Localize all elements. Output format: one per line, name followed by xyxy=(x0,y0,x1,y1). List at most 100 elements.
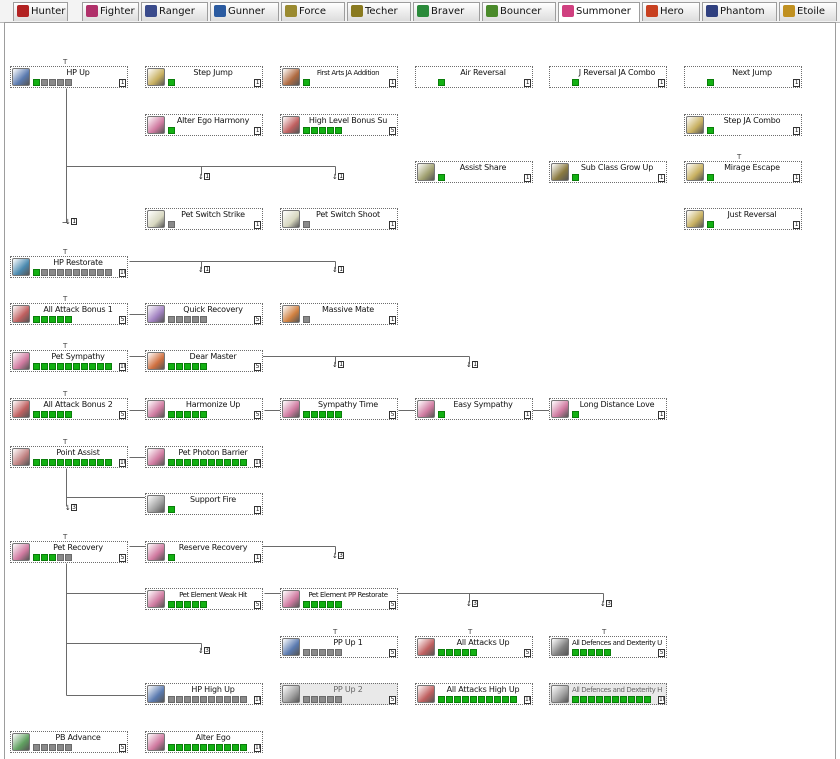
skill-node-j-reversal-ja-combo[interactable]: J Reversal JA Combo 1 xyxy=(549,66,667,88)
level-pip-filled xyxy=(192,411,199,418)
skill-level-bar xyxy=(572,411,579,418)
prerequisite-marker: T xyxy=(63,58,68,66)
skill-node-pet-photon-barrier[interactable]: Pet Photon Barrier 10 xyxy=(145,446,263,468)
down-arrow-icon: ↓ xyxy=(466,600,472,608)
skill-node-long-distance-love[interactable]: Long Distance Love 1 xyxy=(549,398,667,420)
skill-node-reserve-recovery[interactable]: Reserve Recovery 1 xyxy=(145,541,263,563)
level-pip-filled xyxy=(176,744,183,751)
down-arrow-icon: ↓ xyxy=(198,647,204,655)
required-level: 1 xyxy=(472,361,478,368)
skill-node-easy-sympathy[interactable]: Easy Sympathy 1 xyxy=(415,398,533,420)
skill-node-pp-up-2[interactable]: PP Up 2 5 xyxy=(280,683,398,705)
pet-element-pp-restorate-icon xyxy=(282,590,300,608)
level-pip-filled xyxy=(572,411,579,418)
required-level: 3 xyxy=(71,504,77,511)
skill-node-dear-master[interactable]: Dear Master 5 xyxy=(145,350,263,372)
level-pip-empty xyxy=(319,696,326,703)
skill-node-alter-ego[interactable]: Alter Ego 10 xyxy=(145,731,263,753)
skill-max-level: 5 xyxy=(658,649,665,657)
skill-node-all-attacks-up[interactable]: T All Attacks Up 5 xyxy=(415,629,533,658)
skill-node-hp-restorate[interactable]: T HP Restorate 10 xyxy=(10,249,128,278)
level-pip-filled xyxy=(240,744,247,751)
level-pip-filled xyxy=(65,316,72,323)
skill-node-pb-advance[interactable]: PB Advance 5 xyxy=(10,731,128,753)
assist-share-icon xyxy=(417,163,435,181)
level-pip-filled xyxy=(446,649,453,656)
level-pip-empty xyxy=(57,554,64,561)
skill-node-pet-switch-strike[interactable]: Pet Switch Strike 1 xyxy=(145,208,263,230)
down-arrow-icon: ↓ xyxy=(198,173,204,181)
level-pip-filled xyxy=(636,696,643,703)
skill-node-next-jump[interactable]: Next Jump 1 xyxy=(684,66,802,88)
down-arrow-icon: ↓ xyxy=(332,361,338,369)
skill-node-mirage-escape[interactable]: T Mirage Escape 1 xyxy=(684,154,802,183)
skill-node-quick-recovery[interactable]: Quick Recovery 5 xyxy=(145,303,263,325)
level-pip-filled xyxy=(303,79,310,86)
skill-node-harmonize-up[interactable]: Harmonize Up 5 xyxy=(145,398,263,420)
level-pip-empty xyxy=(33,744,40,751)
level-pip-empty xyxy=(208,696,215,703)
skill-node-pet-recovery[interactable]: T Pet Recovery 5 xyxy=(10,534,128,563)
skill-node-support-fire[interactable]: Support Fire 1 xyxy=(145,493,263,515)
skill-node-first-arts-ja-addition[interactable]: First Arts JA Addition 1 xyxy=(280,66,398,88)
level-pip-filled xyxy=(176,601,183,608)
level-pip-filled xyxy=(49,316,56,323)
level-pip-empty xyxy=(41,79,48,86)
skill-node-step-ja-combo[interactable]: Step JA Combo 1 xyxy=(684,114,802,136)
skill-node-all-attack-bonus-1[interactable]: T All Attack Bonus 1 5 xyxy=(10,296,128,325)
skill-node-point-assist[interactable]: T Point Assist 10 xyxy=(10,439,128,468)
hp-restorate-icon xyxy=(12,258,30,276)
skill-node-all-attacks-high-up[interactable]: All Attacks High Up 10 xyxy=(415,683,533,705)
skill-node-high-level-bonus-su[interactable]: High Level Bonus Su 5 xyxy=(280,114,398,136)
skill-node-alter-ego-harmony[interactable]: Alter Ego Harmony 1 xyxy=(145,114,263,136)
skill-node-step-jump[interactable]: Step Jump 1 xyxy=(145,66,263,88)
skill-node-pet-element-weak-hit[interactable]: Pet Element Weak Hit 5 xyxy=(145,588,263,610)
level-pip-filled xyxy=(33,459,40,466)
level-pip-empty xyxy=(232,696,239,703)
skill-node-massive-mate[interactable]: Massive Mate 1 xyxy=(280,303,398,325)
level-pip-empty xyxy=(41,744,48,751)
skill-node-hp-up[interactable]: T HP Up 1 xyxy=(10,59,128,88)
skill-node-air-reversal[interactable]: Air Reversal 1 xyxy=(415,66,533,88)
requirement-marker: ↓ 3 xyxy=(600,600,616,610)
skill-name: Step Jump xyxy=(193,68,233,77)
requirement-marker: ↓ 3 xyxy=(332,552,348,562)
skill-node-pet-sympathy[interactable]: T Pet Sympathy 10 xyxy=(10,343,128,372)
skill-level-bar xyxy=(33,744,72,751)
skill-node-all-defences-and-dexterity-high-up[interactable]: All Defences and Dexterity High Up 10 xyxy=(549,683,667,705)
level-pip-filled xyxy=(41,554,48,561)
skill-level-bar xyxy=(707,221,714,228)
level-pip-filled xyxy=(168,459,175,466)
level-pip-filled xyxy=(97,363,104,370)
skill-level-bar xyxy=(168,221,175,228)
level-pip-filled xyxy=(588,649,595,656)
skill-name: Pet Switch Strike xyxy=(181,210,245,219)
skill-node-sympathy-time[interactable]: Sympathy Time 5 xyxy=(280,398,398,420)
dear-master-icon xyxy=(147,352,165,370)
skill-node-hp-high-up[interactable]: HP High Up 10 xyxy=(145,683,263,705)
skill-node-all-attack-bonus-2[interactable]: T All Attack Bonus 2 5 xyxy=(10,391,128,420)
skill-name: All Attacks High Up xyxy=(446,685,520,694)
skill-node-assist-share[interactable]: Assist Share 1 xyxy=(415,161,533,183)
level-pip-filled xyxy=(65,363,72,370)
skill-name: Dear Master xyxy=(189,352,237,361)
pet-switch-strike-icon xyxy=(147,210,165,228)
skill-node-pp-up-1[interactable]: T PP Up 1 5 xyxy=(280,629,398,658)
level-pip-filled xyxy=(572,649,579,656)
requirement-marker: ↓ 3 xyxy=(65,504,81,514)
skill-node-pet-element-pp-restorate[interactable]: Pet Element PP Restorate 5 xyxy=(280,588,398,610)
skill-max-level: 1 xyxy=(658,174,665,182)
level-pip-empty xyxy=(57,744,64,751)
skill-name: Sympathy Time xyxy=(317,400,379,409)
skill-node-sub-class-grow-up[interactable]: Sub Class Grow Up 1 xyxy=(549,161,667,183)
level-pip-filled xyxy=(184,363,191,370)
skill-node-just-reversal[interactable]: Just Reversal 1 xyxy=(684,208,802,230)
skill-level-bar xyxy=(707,174,714,181)
pet-element-weak-hit-icon xyxy=(147,590,165,608)
level-pip-empty xyxy=(319,649,326,656)
skill-node-pet-switch-shoot[interactable]: Pet Switch Shoot 1 xyxy=(280,208,398,230)
level-pip-filled xyxy=(311,601,318,608)
level-pip-filled xyxy=(65,411,72,418)
level-pip-filled xyxy=(49,363,56,370)
skill-node-all-defences-and-dexterity-up[interactable]: T All Defences and Dexterity Up 5 xyxy=(549,629,667,658)
